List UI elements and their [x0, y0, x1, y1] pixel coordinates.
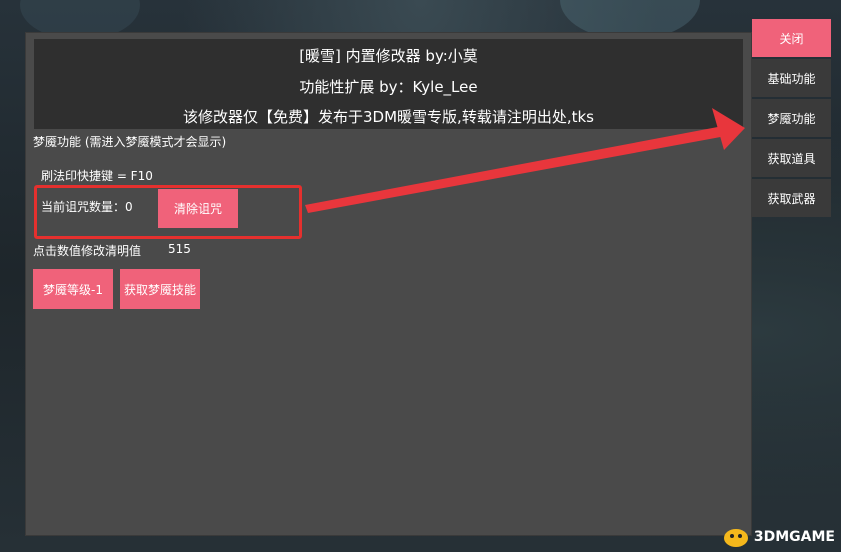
- annotation-arrow: [305, 108, 745, 213]
- watermark: 3DMGAME: [722, 526, 835, 548]
- arrow-shaft: [305, 126, 726, 213]
- watermark-text: 3DMGAME: [753, 529, 835, 545]
- 3dm-logo-icon: [723, 529, 748, 547]
